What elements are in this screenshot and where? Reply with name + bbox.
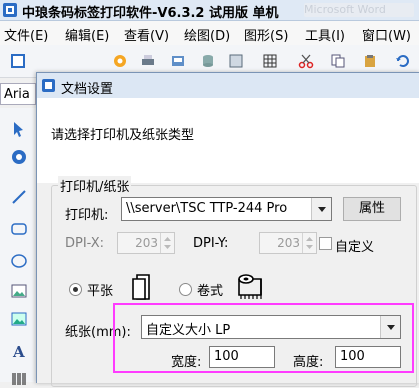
paste-icon[interactable] xyxy=(362,53,378,69)
sheet-label: 平张 xyxy=(87,284,114,299)
menu-view[interactable]: 查看(V) xyxy=(124,25,169,44)
dpi-y-spinner[interactable]: 203 xyxy=(259,232,317,254)
roll-radio[interactable] xyxy=(179,283,192,296)
cut-icon[interactable] xyxy=(298,53,314,69)
dpi-y-spin-buttons[interactable] xyxy=(302,233,316,253)
table-icon[interactable] xyxy=(262,53,278,69)
print-preview-icon[interactable] xyxy=(170,53,186,69)
sheet-radio[interactable] xyxy=(69,283,82,296)
printer-select[interactable]: \\server\TSC TTP-244 Pro xyxy=(121,197,332,221)
spin-arrows-icon xyxy=(306,237,313,249)
select-arrow-icon[interactable] xyxy=(10,120,28,138)
menu-draw[interactable]: 绘图(D) xyxy=(184,25,230,44)
custom-dpi-checkbox[interactable] xyxy=(319,237,332,250)
menu-file[interactable]: 文件(E) xyxy=(4,25,48,44)
font-name-box[interactable]: Aria xyxy=(0,83,36,105)
print-icon[interactable] xyxy=(140,53,156,69)
barcode-tool-icon[interactable] xyxy=(10,370,28,388)
highlight-box xyxy=(113,303,414,373)
dpi-x-spinner[interactable]: 203 xyxy=(117,232,175,254)
chevron-down-icon xyxy=(318,207,326,212)
rectangle-tool-icon[interactable] xyxy=(10,220,28,238)
undo-icon[interactable] xyxy=(394,53,410,69)
copy-icon[interactable] xyxy=(330,53,346,69)
printer-dropdown-arrow[interactable] xyxy=(311,198,331,220)
database-icon[interactable] xyxy=(200,53,216,69)
app-icon xyxy=(3,3,17,17)
dpi-x-value: 203 xyxy=(135,236,158,250)
left-tool-strip: A xyxy=(0,108,36,385)
window-title: 中琅条码标签打印软件-V6.3.2 试用版 单机 xyxy=(22,6,279,21)
dpi-x-label: DPI-X: xyxy=(65,236,105,251)
dialog-header-panel: 请选择打印机及纸张类型 xyxy=(37,98,419,183)
line-tool-icon[interactable] xyxy=(10,188,28,206)
menu-window[interactable]: 窗口(W) xyxy=(362,25,411,44)
blurred-tab: Microsoft Word xyxy=(304,3,414,17)
roll-label: 卷式 xyxy=(197,284,224,299)
printer-select-value: \\server\TSC TTP-244 Pro xyxy=(126,201,288,216)
new-document-icon[interactable] xyxy=(10,53,26,69)
picture-tool-icon[interactable] xyxy=(10,310,28,328)
image-tool-icon[interactable] xyxy=(10,282,28,300)
settings-icon[interactable] xyxy=(112,53,128,69)
menu-edit[interactable]: 编辑(E) xyxy=(65,25,109,44)
dialog-title-bar: 文档设置 xyxy=(37,73,419,98)
dialog-prompt: 请选择打印机及纸张类型 xyxy=(51,128,195,143)
spin-arrows-icon xyxy=(164,237,171,249)
svg-text:A: A xyxy=(12,343,25,360)
menu-shape[interactable]: 图形(S) xyxy=(244,25,288,44)
title-bar: 中琅条码标签打印软件-V6.3.2 试用版 单机 Microsoft Word xyxy=(0,0,419,21)
dpi-y-label: DPI-Y: xyxy=(193,236,229,251)
dpi-y-value: 203 xyxy=(277,236,300,250)
printer-paper-group-label: 打印机/纸张 xyxy=(58,176,132,195)
pan-hand-icon[interactable] xyxy=(10,148,28,166)
text-tool-icon[interactable]: A xyxy=(10,342,28,360)
dialog-app-icon xyxy=(42,79,55,92)
grid-icon[interactable] xyxy=(228,53,244,69)
ellipse-tool-icon[interactable] xyxy=(10,252,28,270)
dialog-title: 文档设置 xyxy=(61,82,114,97)
roll-paper-icon xyxy=(238,274,262,299)
properties-button[interactable]: 属性 xyxy=(343,197,401,221)
printer-label: 打印机: xyxy=(65,208,109,223)
sheet-paper-icon xyxy=(132,274,150,300)
dpi-x-spin-buttons[interactable] xyxy=(160,233,174,253)
menu-bar: 文件(E) 编辑(E) 查看(V) 绘图(D) 图形(S) 工具(I) 窗口(W… xyxy=(0,21,419,45)
custom-dpi-label: 自定义 xyxy=(335,240,375,255)
menu-tools[interactable]: 工具(I) xyxy=(305,25,345,44)
